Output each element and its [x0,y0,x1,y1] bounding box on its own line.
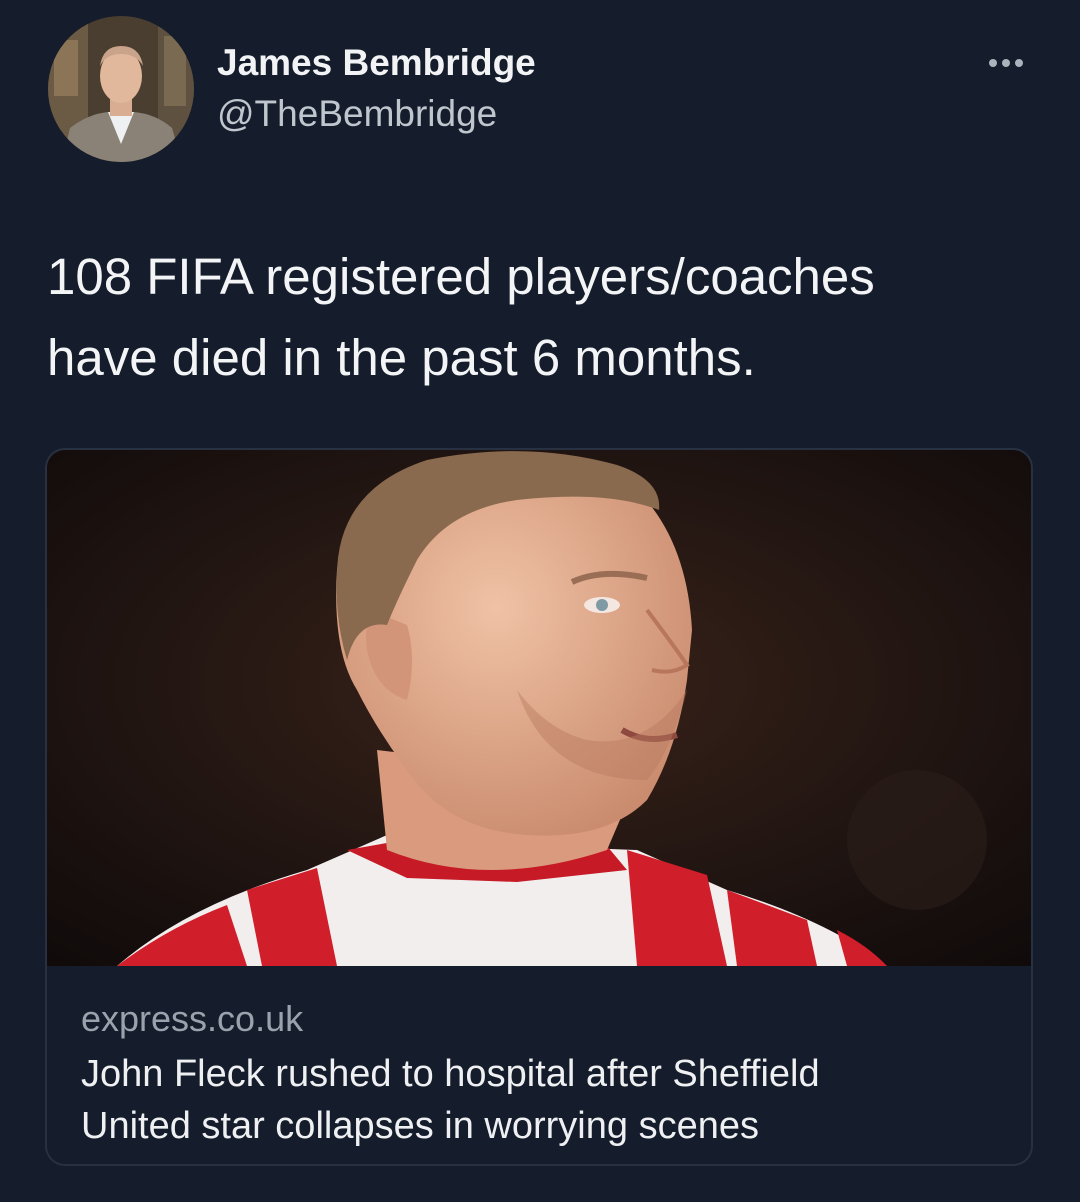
more-options-button[interactable] [980,48,1040,78]
author-name[interactable]: James Bembridge [217,42,536,84]
card-headline: John Fleck rushed to hospital after Shef… [81,1048,1001,1152]
card-headline-line: John Fleck rushed to hospital after Shef… [81,1053,820,1095]
author-handle[interactable]: @TheBembridge [217,93,497,135]
football-player-photo-icon [47,450,1031,966]
tweet-text-line: have died in the past 6 months. [47,329,756,386]
card-headline-line: United star collapses in worrying scenes [81,1105,759,1147]
ellipsis-icon [989,59,1023,67]
author-avatar[interactable] [48,16,194,162]
tweet-card: James Bembridge @TheBembridge 108 FIFA r… [0,0,1080,1202]
avatar-photo-icon [48,16,194,162]
card-domain: express.co.uk [81,998,304,1039]
tweet-text-line: 108 FIFA registered players/coaches [47,248,875,305]
card-image [47,450,1031,966]
tweet-text: 108 FIFA registered players/coaches have… [47,236,1047,398]
link-preview-card[interactable]: express.co.uk John Fleck rushed to hospi… [45,448,1033,1166]
